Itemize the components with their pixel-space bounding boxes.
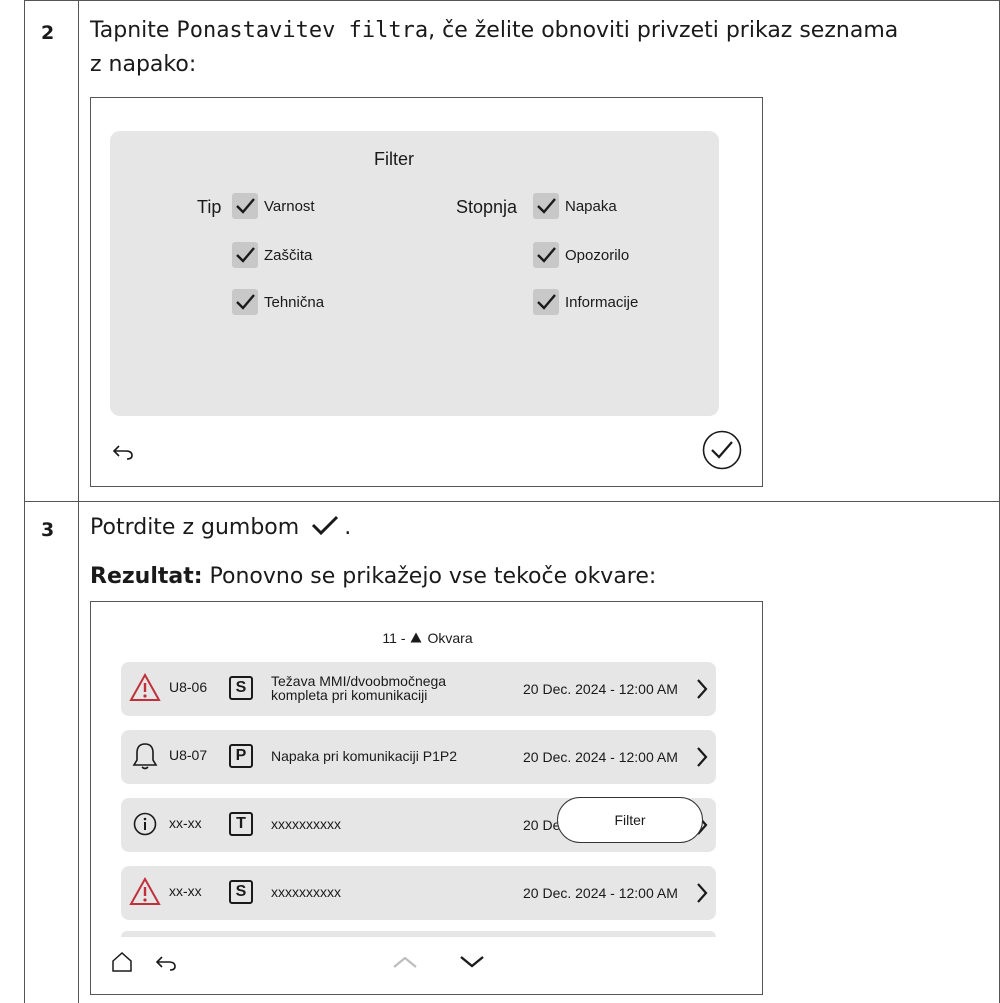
- checkbox-label: Tehnična: [264, 293, 325, 311]
- list-item[interactable]: U8-07 P Napaka pri komunikaciji P1P2 20 …: [121, 730, 716, 784]
- desc-line-1: xxxxxxxxxx: [271, 884, 341, 900]
- step-number-2: 2: [41, 22, 55, 44]
- error-description: Težava MMI/dvoobmočnega kompleta pri komu…: [271, 674, 446, 702]
- stopnja-label: Stopnja: [456, 197, 518, 217]
- step2-instruction: Tapnite Ponastavitev filtra, če želite o…: [90, 14, 995, 82]
- checkbox-label: Zaščita: [264, 246, 313, 264]
- category-badge: P: [229, 744, 253, 768]
- step3-text-end: .: [344, 515, 352, 540]
- home-icon[interactable]: [111, 951, 133, 978]
- step3-instruction: Potrdite z gumbom .: [90, 511, 995, 545]
- table-column-divider: [78, 0, 79, 1003]
- error-date: 20 Dec. 2024 - 12:00 AM: [523, 681, 678, 697]
- filter-title: Filter: [374, 149, 414, 169]
- category-badge: T: [229, 812, 253, 836]
- chevron-right-icon: [696, 746, 708, 773]
- error-date: 20 Dec. 2024 - 12:00 AM: [523, 749, 678, 765]
- step-number-3: 3: [41, 519, 55, 541]
- scroll-up-icon[interactable]: [391, 954, 419, 975]
- checkbox-informacije[interactable]: Informacije: [533, 289, 638, 315]
- checkbox-checked-icon: [533, 193, 559, 219]
- back-arrow-icon[interactable]: [154, 954, 178, 977]
- desc-line-1: xxxxxxxxxx: [271, 816, 341, 832]
- checkbox-checked-icon: [533, 289, 559, 315]
- step2-code: Ponastavitev filtra: [176, 18, 429, 43]
- checkbox-opozorilo[interactable]: Opozorilo: [533, 242, 629, 268]
- desc-line-2: kompleta pri komunikaciji: [271, 687, 428, 703]
- checkbox-checked-icon: [533, 242, 559, 268]
- confirm-check-circle-icon[interactable]: [702, 430, 742, 475]
- table-border-top: [24, 0, 1000, 1]
- result-label: Rezultat:: [90, 564, 203, 589]
- checkbox-label: Opozorilo: [565, 246, 630, 264]
- category-badge: S: [229, 880, 253, 904]
- filter-panel: Filter Tip Stopnja Varnost Zaščita Tehni…: [110, 131, 719, 416]
- checkbox-label: Varnost: [264, 197, 315, 215]
- table-border-left: [24, 0, 25, 1003]
- checkbox-checked-icon: [232, 242, 258, 268]
- checkbox-varnost[interactable]: Varnost: [232, 193, 315, 219]
- error-code: xx-xx: [169, 815, 202, 831]
- checkbox-label: Napaka: [565, 197, 617, 215]
- back-arrow-icon[interactable]: [111, 443, 135, 466]
- filter-screen: Filter Tip Stopnja Varnost Zaščita Tehni…: [90, 97, 763, 487]
- step2-text-line2: z napako:: [90, 52, 197, 77]
- error-code: U8-07: [169, 747, 208, 763]
- instruction-table: 2 Tapnite Ponastavitev filtra, če želite…: [24, 0, 1000, 1003]
- desc-line-1: Napaka pri komunikaciji P1P2: [271, 748, 457, 764]
- error-code: xx-xx: [169, 883, 202, 899]
- list-header: 11 - Okvara: [91, 630, 764, 646]
- chevron-right-icon: [696, 678, 708, 705]
- checkbox-napaka[interactable]: Napaka: [533, 193, 617, 219]
- error-description: Napaka pri komunikaciji P1P2: [271, 749, 457, 763]
- error-description: xxxxxxxxxx: [271, 817, 341, 831]
- list-item[interactable]: xx-xx S xxxxxxxxxx 20 Dec. 2024 - 12:00 …: [121, 866, 716, 920]
- list-item[interactable]: U8-06 S Težava MMI/dvoobmočnega kompleta …: [121, 662, 716, 716]
- list-title: Okvara: [427, 630, 473, 646]
- warning-triangle-icon: [129, 672, 161, 709]
- check-icon: [310, 513, 344, 536]
- step3-result: Rezultat: Ponovno se prikažejo vse tekoč…: [90, 560, 995, 594]
- step3-text: Potrdite z gumbom: [90, 515, 300, 540]
- list-item-partial: [121, 931, 716, 937]
- info-circle-icon: [129, 808, 161, 845]
- result-text: Ponovno se prikažejo vse tekoče okvare:: [202, 564, 657, 589]
- bell-icon: [129, 740, 161, 777]
- warning-small-icon: [410, 630, 422, 646]
- error-date: 20 Dec. 2024 - 12:00 AM: [523, 885, 678, 901]
- tip-label: Tip: [197, 197, 222, 217]
- list-count: 11 -: [382, 630, 406, 646]
- chevron-right-icon: [696, 882, 708, 909]
- warning-triangle-icon: [129, 876, 161, 913]
- table-row-divider: [24, 501, 1000, 502]
- checkbox-tehnicna[interactable]: Tehnična: [232, 289, 324, 315]
- scroll-down-icon[interactable]: [458, 954, 486, 975]
- category-badge: S: [229, 676, 253, 700]
- checkbox-checked-icon: [232, 289, 258, 315]
- checkbox-checked-icon: [232, 193, 258, 219]
- step2-text-before: Tapnite: [90, 18, 177, 43]
- step2-text-after: , če želite obnoviti privzeti prikaz sez…: [428, 18, 899, 43]
- checkbox-label: Informacije: [565, 293, 639, 311]
- filter-button[interactable]: Filter: [557, 797, 703, 843]
- error-description: xxxxxxxxxx: [271, 885, 341, 899]
- checkbox-zascita[interactable]: Zaščita: [232, 242, 312, 268]
- error-code: U8-06: [169, 679, 208, 695]
